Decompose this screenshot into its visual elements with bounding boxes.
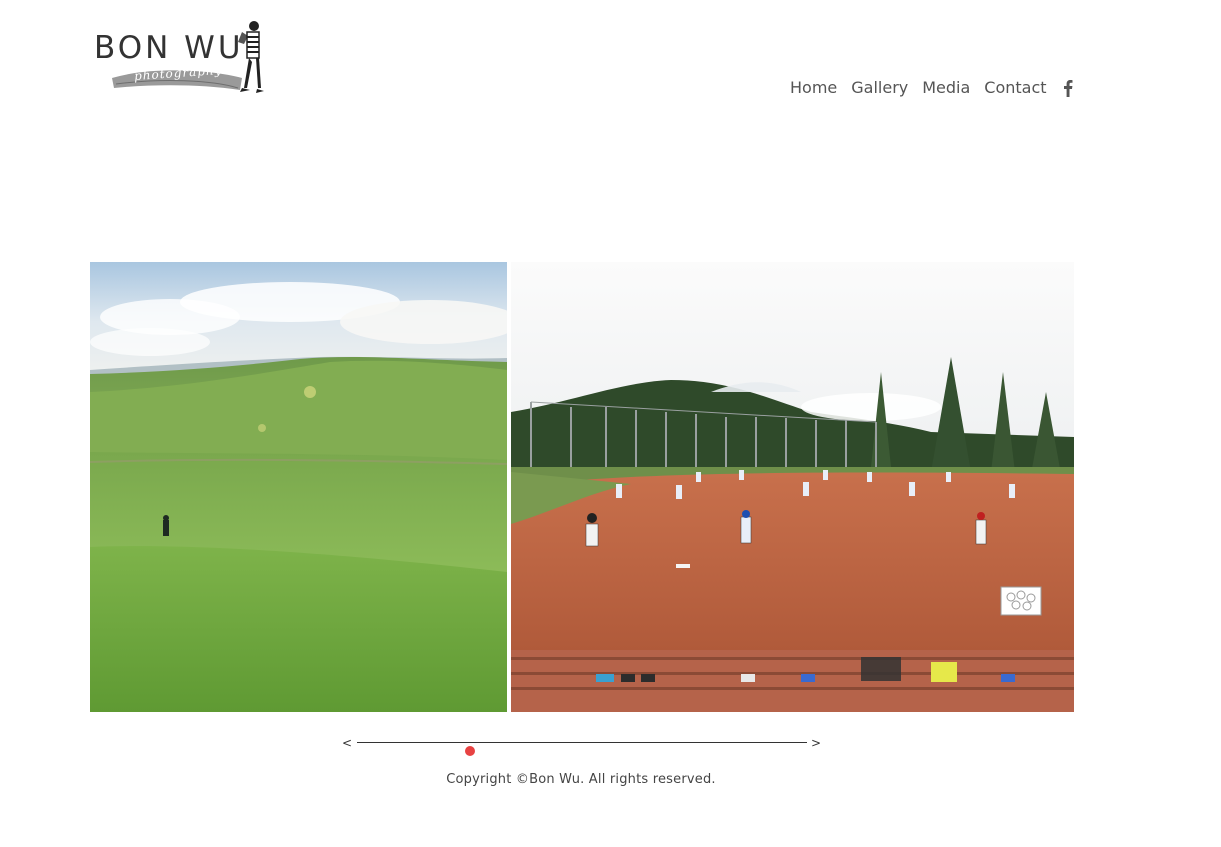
green-hills-image	[90, 262, 507, 712]
slider-next-button[interactable]: >	[811, 733, 821, 753]
photo-gallery	[90, 262, 1074, 712]
slider-prev-button[interactable]: <	[342, 733, 352, 753]
site-logo[interactable]: BON WU photography	[92, 18, 264, 96]
baseball-field-practice-photo[interactable]	[511, 262, 1074, 712]
nav-media[interactable]: Media	[922, 76, 970, 100]
nav-home[interactable]: Home	[790, 76, 837, 100]
gallery-slider: < >	[340, 733, 824, 756]
nav-contact[interactable]: Contact	[984, 76, 1046, 100]
slider-track[interactable]	[357, 742, 807, 756]
green-hills-hiker-photo[interactable]	[90, 262, 507, 712]
facebook-icon[interactable]	[1061, 79, 1075, 97]
baseball-field-image	[511, 262, 1074, 712]
nav-gallery[interactable]: Gallery	[851, 76, 908, 100]
logo-wordmark: BON WU	[94, 30, 244, 66]
photographer-figure-icon	[238, 21, 264, 93]
main-navigation: Home Gallery Media Contact	[790, 76, 1075, 100]
slider-knob[interactable]	[464, 746, 475, 756]
footer-copyright: Copyright ©Bon Wu. All rights reserved.	[446, 772, 716, 787]
